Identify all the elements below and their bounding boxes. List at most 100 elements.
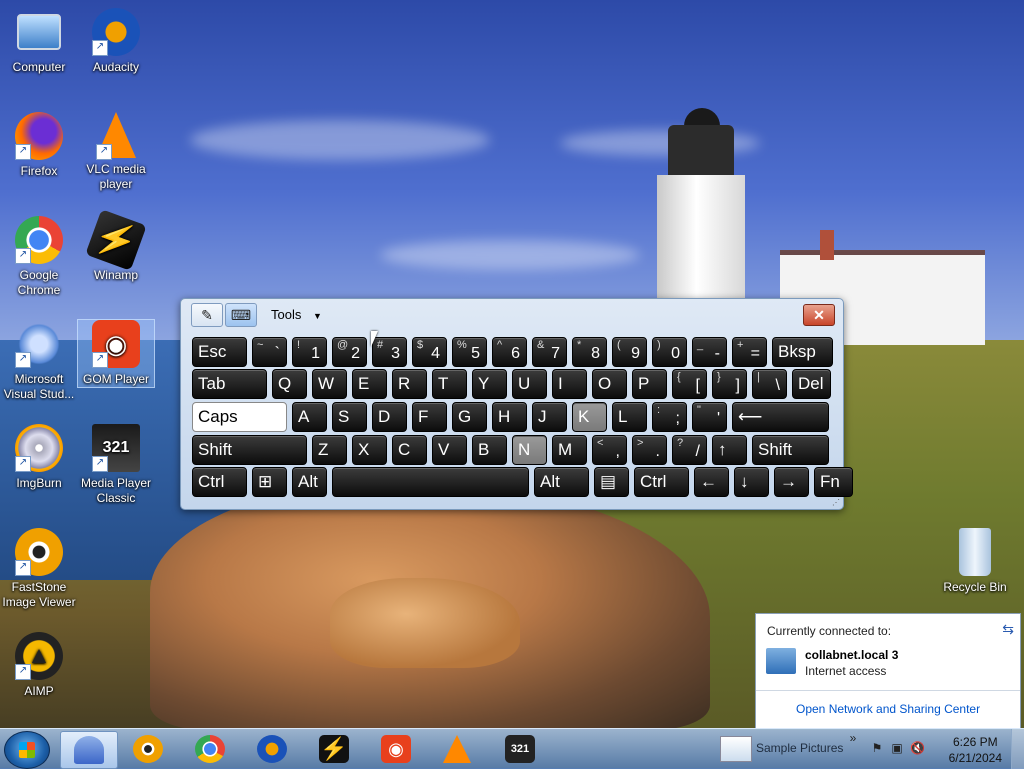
desktop-icon-winamp[interactable]: ⚡ Winamp: [78, 209, 154, 283]
key-e[interactable]: E: [352, 369, 387, 399]
key-sym[interactable]: :;: [652, 402, 687, 432]
key-k[interactable]: K: [572, 402, 607, 432]
key-g[interactable]: G: [452, 402, 487, 432]
on-screen-keyboard[interactable]: ✎ ⌨ Tools ▼ ✕ Esc ~ `! 1 @2 #3 $4% 5 ^ 6 & 7 * 8(9) 0 _…: [180, 298, 853, 510]
key-n[interactable]: N: [512, 435, 547, 465]
taskbar-gom-player[interactable]: ◉: [368, 731, 424, 767]
keyboard-mode-button[interactable]: ⌨: [225, 303, 257, 327]
key-sym[interactable]: >.: [632, 435, 667, 465]
desktop-icon-visual-studio[interactable]: ↗ Microsoft Visual Stud...: [1, 320, 77, 402]
key-sym[interactable]: ↓: [734, 467, 769, 497]
desktop-icon-audacity[interactable]: ↗ Audacity: [78, 8, 154, 75]
key-sym[interactable]: {[: [672, 369, 707, 399]
key-u[interactable]: U: [512, 369, 547, 399]
key-bksp[interactable]: Bksp: [772, 337, 833, 367]
key-sym[interactable]: ⟵: [732, 402, 829, 432]
network-sharing-center-link[interactable]: Open Network and Sharing Center: [796, 702, 980, 716]
action-center-flag-icon[interactable]: ⚑: [870, 741, 884, 755]
key-sym[interactable]: | \: [752, 369, 787, 399]
desktop-icon-vlc[interactable]: ↗ VLC media player: [78, 112, 154, 192]
key-tab[interactable]: Tab: [192, 369, 267, 399]
key-9[interactable]: (9: [612, 337, 647, 367]
key-esc[interactable]: Esc: [192, 337, 247, 367]
taskbar-osk[interactable]: [60, 731, 118, 769]
key-y[interactable]: Y: [472, 369, 507, 399]
taskbar-winamp[interactable]: ⚡: [306, 731, 362, 767]
key-m[interactable]: M: [552, 435, 587, 465]
desktop-icon-aimp[interactable]: ▲ ↗ AIMP: [1, 632, 77, 699]
key-b[interactable]: B: [472, 435, 507, 465]
desktop-icon-recycle-bin[interactable]: Recycle Bin: [937, 528, 1013, 595]
key-0[interactable]: ) 0: [652, 337, 687, 367]
key-o[interactable]: O: [592, 369, 627, 399]
key-caps[interactable]: Caps: [192, 402, 287, 432]
key-sym[interactable]: ~ `: [252, 337, 287, 367]
key-i[interactable]: I: [552, 369, 587, 399]
key-x[interactable]: X: [352, 435, 387, 465]
key-alt[interactable]: Alt: [534, 467, 589, 497]
pictures-toolbar-icon[interactable]: [720, 736, 752, 762]
key-z[interactable]: Z: [312, 435, 347, 465]
taskbar-chrome[interactable]: [182, 731, 238, 767]
key-sym[interactable]: _ -: [692, 337, 727, 367]
key-sym[interactable]: + =: [732, 337, 767, 367]
desktop-icon-imgburn[interactable]: ↗ ImgBurn: [1, 424, 77, 491]
key-5[interactable]: % 5: [452, 337, 487, 367]
key-sym[interactable]: ←: [694, 467, 729, 497]
key-f[interactable]: F: [412, 402, 447, 432]
key-6[interactable]: ^ 6: [492, 337, 527, 367]
key-q[interactable]: Q: [272, 369, 307, 399]
desktop-icon-faststone[interactable]: ↗ FastStone Image Viewer: [1, 528, 77, 610]
refresh-icon[interactable]: ⇆: [1002, 621, 1014, 638]
key-sym[interactable]: ↑: [712, 435, 747, 465]
key-sym[interactable]: →: [774, 467, 809, 497]
taskbar-audacity[interactable]: [244, 731, 300, 767]
sample-pictures-toolbar[interactable]: Sample Pictures: [756, 741, 843, 755]
key-7[interactable]: & 7: [532, 337, 567, 367]
key-8[interactable]: * 8: [572, 337, 607, 367]
key-r[interactable]: R: [392, 369, 427, 399]
desktop-icon-chrome[interactable]: ↗ Google Chrome: [1, 216, 77, 298]
key-del[interactable]: Del: [792, 369, 831, 399]
key-4[interactable]: $4: [412, 337, 447, 367]
taskbar-vlc[interactable]: [430, 731, 486, 767]
tools-menu[interactable]: Tools ▼: [271, 307, 322, 322]
key-v[interactable]: V: [432, 435, 467, 465]
key-h[interactable]: H: [492, 402, 527, 432]
show-desktop-button[interactable]: [1011, 729, 1024, 769]
start-button[interactable]: [4, 731, 50, 769]
key-d[interactable]: D: [372, 402, 407, 432]
key-2[interactable]: @2: [332, 337, 367, 367]
key-space[interactable]: [332, 467, 529, 497]
key-ctrl[interactable]: Ctrl: [634, 467, 689, 497]
key-sym[interactable]: ⊞: [252, 467, 287, 497]
taskbar-faststone[interactable]: [120, 731, 176, 767]
desktop-icon-gom-player[interactable]: ◉ ↗ GOM Player: [77, 319, 155, 388]
key-t[interactable]: T: [432, 369, 467, 399]
key-shift[interactable]: Shift: [192, 435, 307, 465]
network-tray-icon[interactable]: ▣: [890, 741, 904, 755]
volume-muted-icon[interactable]: 🔇: [910, 741, 925, 755]
key-j[interactable]: J: [532, 402, 567, 432]
handwriting-mode-button[interactable]: ✎: [191, 303, 223, 327]
key-s[interactable]: S: [332, 402, 367, 432]
key-fn[interactable]: Fn: [814, 467, 853, 497]
taskbar-media-player-classic[interactable]: 321: [492, 731, 548, 767]
key-sym[interactable]: <,: [592, 435, 627, 465]
desktop-icon-computer[interactable]: Computer: [1, 8, 77, 75]
key-p[interactable]: P: [632, 369, 667, 399]
key-shift[interactable]: Shift: [752, 435, 829, 465]
key-alt[interactable]: Alt: [292, 467, 327, 497]
close-button[interactable]: ✕: [803, 304, 835, 326]
resize-grip-icon[interactable]: ⋰: [832, 498, 840, 507]
clock[interactable]: 6:26 PM 6/21/2024: [949, 734, 1002, 766]
key-w[interactable]: W: [312, 369, 347, 399]
key-ctrl[interactable]: Ctrl: [192, 467, 247, 497]
toolbar-expand-icon[interactable]: »: [846, 731, 860, 745]
key-1[interactable]: ! 1: [292, 337, 327, 367]
key-sym[interactable]: ? /: [672, 435, 707, 465]
desktop-icon-media-player-classic[interactable]: 321 ↗ Media Player Classic: [78, 424, 154, 506]
key-c[interactable]: C: [392, 435, 427, 465]
key-sym[interactable]: " ': [692, 402, 727, 432]
desktop-icon-firefox[interactable]: ↗ Firefox: [1, 112, 77, 179]
